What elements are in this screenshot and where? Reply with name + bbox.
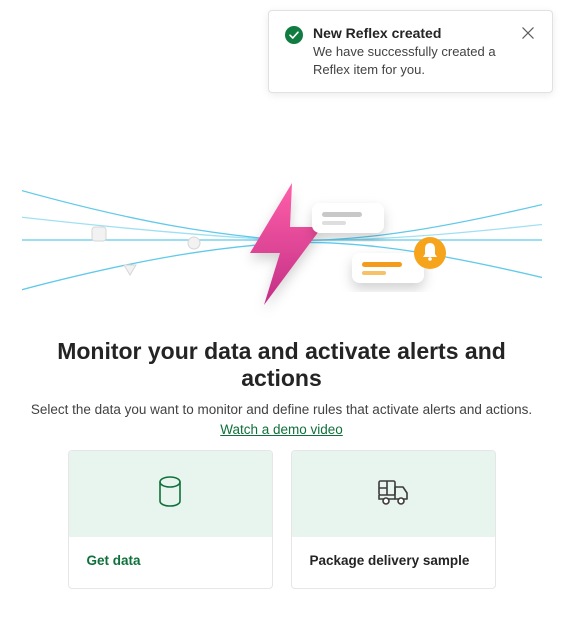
- close-icon[interactable]: [520, 25, 536, 41]
- toast-message: We have successfully created a Reflex it…: [313, 43, 510, 78]
- toast-notification: New Reflex created We have successfully …: [268, 10, 553, 93]
- success-check-icon: [285, 26, 303, 44]
- toast-title: New Reflex created: [313, 25, 510, 41]
- card-label: Package delivery sample: [292, 537, 495, 588]
- option-cards: Get data Package delivery sample: [0, 450, 563, 589]
- database-icon: [156, 476, 184, 513]
- get-data-card[interactable]: Get data: [68, 450, 273, 589]
- package-truck-icon: [376, 477, 410, 512]
- page-subhead: Select the data you want to monitor and …: [14, 402, 549, 417]
- card-icon-area: [292, 451, 495, 537]
- package-delivery-sample-card[interactable]: Package delivery sample: [291, 450, 496, 589]
- hero-illustration: [0, 165, 563, 325]
- card-label: Get data: [69, 537, 272, 588]
- toast-body: New Reflex created We have successfully …: [313, 25, 510, 78]
- page-title: Monitor your data and activate alerts an…: [14, 338, 549, 392]
- card-icon-area: [69, 451, 272, 537]
- headline-block: Monitor your data and activate alerts an…: [0, 338, 563, 439]
- watch-demo-link[interactable]: Watch a demo video: [220, 422, 343, 437]
